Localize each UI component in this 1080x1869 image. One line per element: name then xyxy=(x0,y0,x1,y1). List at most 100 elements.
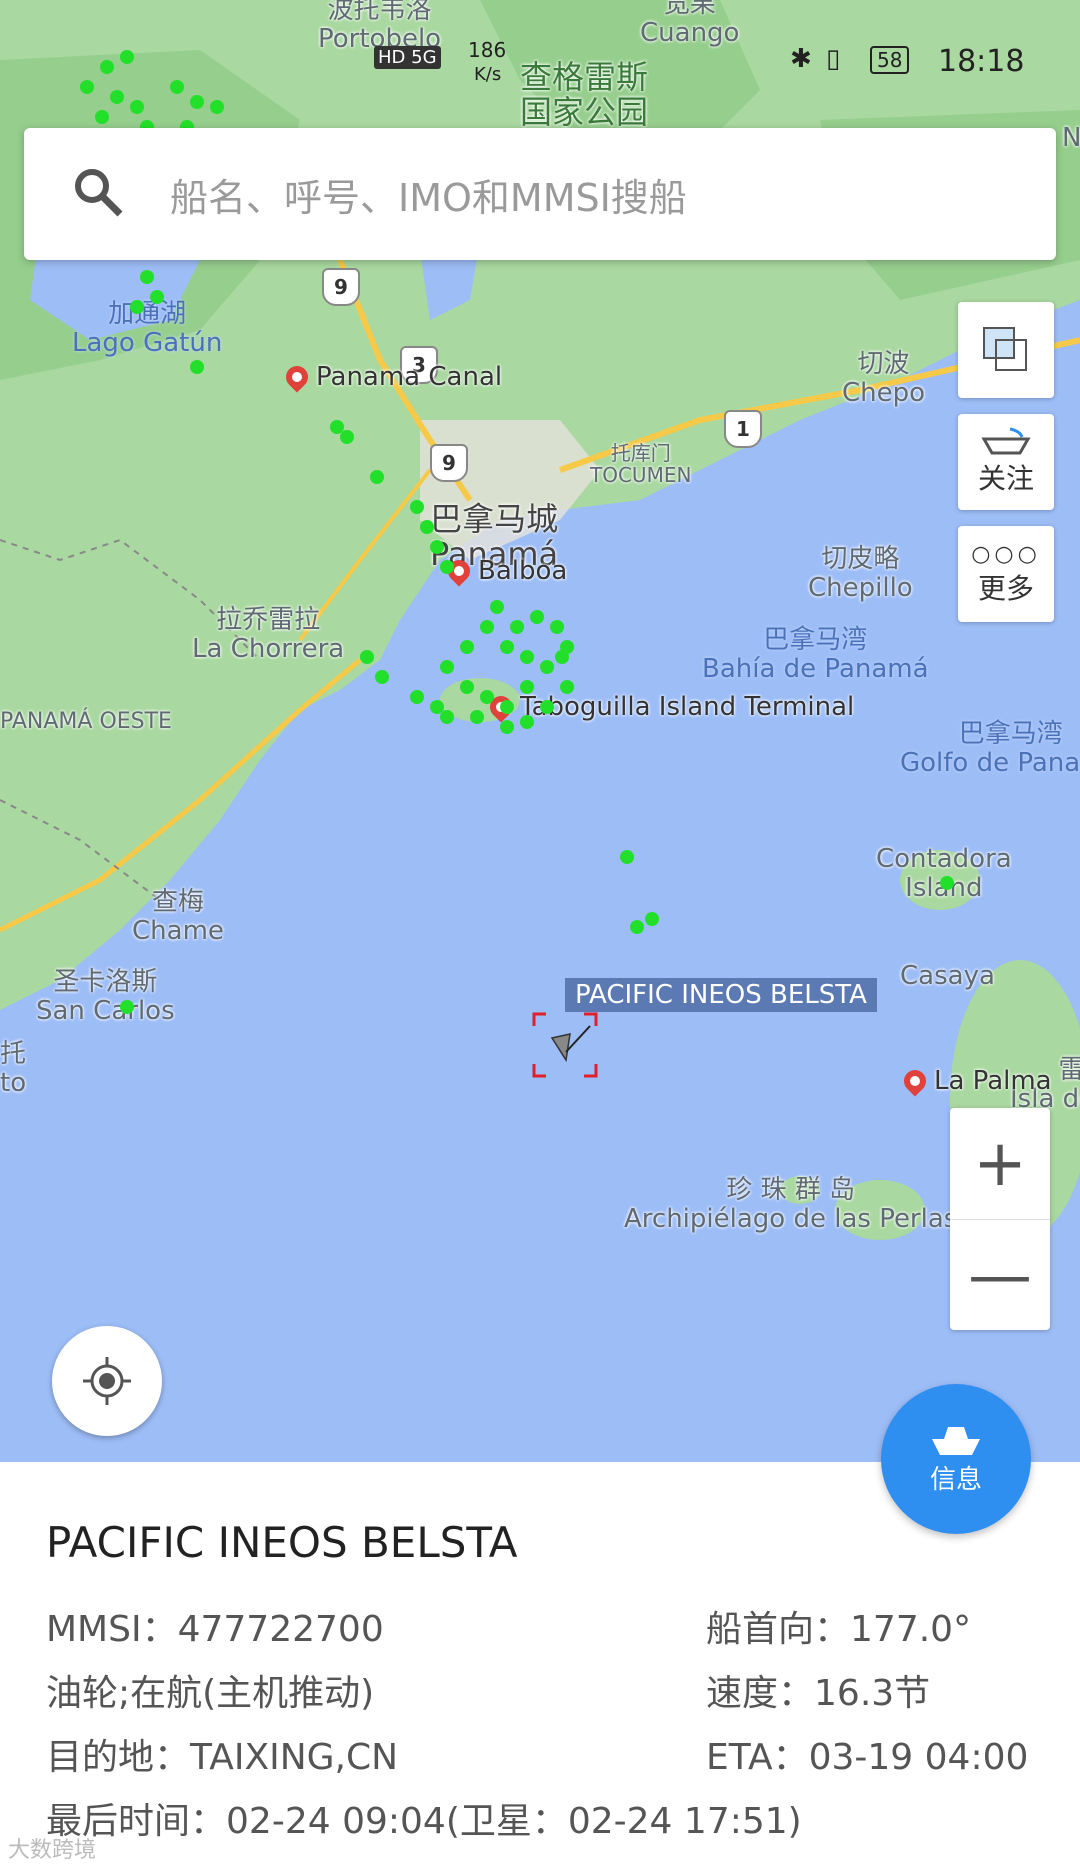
ship-dot[interactable] xyxy=(550,620,564,634)
vessel-name: PACIFIC INEOS BELSTA xyxy=(46,1518,518,1567)
ship-dot[interactable] xyxy=(480,620,494,634)
destination-value: TAIXING,CN xyxy=(190,1737,399,1778)
ship-dot[interactable] xyxy=(120,1000,134,1014)
ship-dot[interactable] xyxy=(510,620,524,634)
ship-dot[interactable] xyxy=(520,680,534,694)
mmsi-row: MMSI：477722700 xyxy=(46,1609,384,1650)
ship-dot[interactable] xyxy=(340,430,354,444)
ship-dot[interactable] xyxy=(430,540,444,554)
ship-dot[interactable] xyxy=(420,520,434,534)
speed-value: 16.3节 xyxy=(814,1673,931,1714)
map-label-san-carlos: 圣卡洛斯 San Carlos xyxy=(36,967,175,1026)
zoom-control: + — xyxy=(950,1108,1050,1330)
speed-value: 186 xyxy=(468,38,507,62)
ship-dot[interactable] xyxy=(560,680,574,694)
heading-row: 船首向：177.0° xyxy=(706,1609,972,1650)
speed-row: 速度：16.3节 xyxy=(706,1673,931,1714)
route-shield: 9 xyxy=(322,268,360,306)
more-label: 更多 xyxy=(977,571,1034,605)
more-dots-icon: ○○○ xyxy=(971,541,1041,567)
search-icon xyxy=(70,164,130,224)
map-label-tocumen: 托库门 TOCUMEN xyxy=(590,441,692,487)
follow-label: 关注 xyxy=(977,462,1034,495)
ship-dot[interactable] xyxy=(555,650,569,664)
clock: 18:18 xyxy=(938,44,1025,79)
ship-dot[interactable] xyxy=(500,720,514,734)
ship-dot[interactable] xyxy=(500,700,514,714)
ship-dot[interactable] xyxy=(540,700,554,714)
ship-dot[interactable] xyxy=(190,95,204,109)
map-label-chepo: 切波 Chepo xyxy=(842,349,926,408)
map-label-golfo: 巴拿马湾 Golfo de Panamá xyxy=(900,719,1080,778)
ship-dot[interactable] xyxy=(460,640,474,654)
type-status: 油轮;在航(主机推动) xyxy=(46,1673,375,1714)
ship-follow-icon xyxy=(981,427,1031,455)
ship-dot[interactable] xyxy=(440,710,454,724)
locate-button[interactable] xyxy=(52,1326,162,1436)
heading-value: 177.0° xyxy=(850,1609,972,1650)
ship-dot[interactable] xyxy=(150,290,164,304)
ship-dot[interactable] xyxy=(360,650,374,664)
crosshair-icon xyxy=(83,1357,131,1405)
watermark: 大数跨境 xyxy=(8,1838,97,1863)
ship-dot[interactable] xyxy=(520,715,534,729)
poi-panama-canal[interactable]: Panama Canal xyxy=(281,361,502,393)
map-label-casaya: Casaya xyxy=(900,961,995,991)
vibrate-icon: ▯ xyxy=(826,44,841,74)
ship-dot[interactable] xyxy=(500,640,514,654)
ship-dot[interactable] xyxy=(130,100,144,114)
ship-dot[interactable] xyxy=(940,876,954,890)
ship-dot[interactable] xyxy=(540,660,554,674)
ship-dot[interactable] xyxy=(370,470,384,484)
mmsi-value: 477722700 xyxy=(177,1609,384,1650)
selected-vessel-marker[interactable] xyxy=(532,1012,598,1078)
layers-button[interactable] xyxy=(958,302,1054,398)
layers-icon xyxy=(983,327,1027,371)
ship-dot[interactable] xyxy=(530,610,544,624)
pin-icon xyxy=(899,1065,931,1097)
ship-dot[interactable] xyxy=(140,270,154,284)
ship-dot[interactable] xyxy=(630,920,644,934)
search-input[interactable]: 船名、呼号、IMO和MMSI搜船 xyxy=(170,167,687,222)
pin-icon xyxy=(281,361,313,393)
route-shield: 9 xyxy=(430,444,468,482)
vessel-map-label[interactable]: PACIFIC INEOS BELSTA xyxy=(565,978,877,1012)
ship-dot[interactable] xyxy=(190,360,204,374)
ship-dot[interactable] xyxy=(440,560,454,574)
map-label-bahia: 巴拿马湾 Bahía de Panamá xyxy=(702,625,929,684)
map-label-chepillo: 切皮略 Chepillo xyxy=(808,544,913,603)
ship-dot[interactable] xyxy=(440,660,454,674)
poi-la-palma[interactable]: La Palma xyxy=(899,1065,1052,1097)
map-label-perlas: 珍 珠 群 岛 Archipiélago de las Perlas xyxy=(624,1175,958,1234)
ship-dot[interactable] xyxy=(375,670,389,684)
ship-dot[interactable] xyxy=(460,680,474,694)
ship-icon xyxy=(932,1426,980,1455)
route-shield: 1 xyxy=(724,410,762,448)
last-time-row: 最后时间：02-24 09:04(卫星：02-24 17:51) xyxy=(46,1801,802,1842)
speed-unit: K/s xyxy=(474,64,502,85)
map-label-to-edge: 托 to xyxy=(0,1039,27,1098)
ship-dot[interactable] xyxy=(410,690,424,704)
ship-dot[interactable] xyxy=(645,912,659,926)
ship-dot[interactable] xyxy=(410,500,424,514)
ship-dot[interactable] xyxy=(480,690,494,704)
ship-dot[interactable] xyxy=(470,710,484,724)
ship-dot[interactable] xyxy=(620,850,634,864)
search-bar[interactable]: 船名、呼号、IMO和MMSI搜船 xyxy=(24,128,1056,260)
destination-row: 目的地：TAIXING,CN xyxy=(46,1737,399,1778)
more-button[interactable]: ○○○ 更多 xyxy=(958,526,1054,622)
ship-dot[interactable] xyxy=(95,110,109,124)
network-indicator: HD 5G xyxy=(374,46,441,69)
info-button[interactable]: 信息 xyxy=(881,1384,1031,1534)
map-label-chorrera: 拉乔雷拉 La Chorrera xyxy=(192,605,345,664)
ship-dot[interactable] xyxy=(210,100,224,114)
poi-balboa[interactable]: Balboa xyxy=(443,555,567,587)
zoom-in-button[interactable]: + xyxy=(950,1108,1050,1220)
zoom-out-button[interactable]: — xyxy=(950,1220,1050,1331)
ship-dot[interactable] xyxy=(490,600,504,614)
battery-icon: 58 xyxy=(870,46,910,74)
follow-button[interactable]: 关注 xyxy=(958,414,1054,510)
ship-dot[interactable] xyxy=(520,650,534,664)
last-time-value: 02-24 09:04(卫星：02-24 17:51) xyxy=(226,1801,802,1842)
ship-dot[interactable] xyxy=(130,300,144,314)
